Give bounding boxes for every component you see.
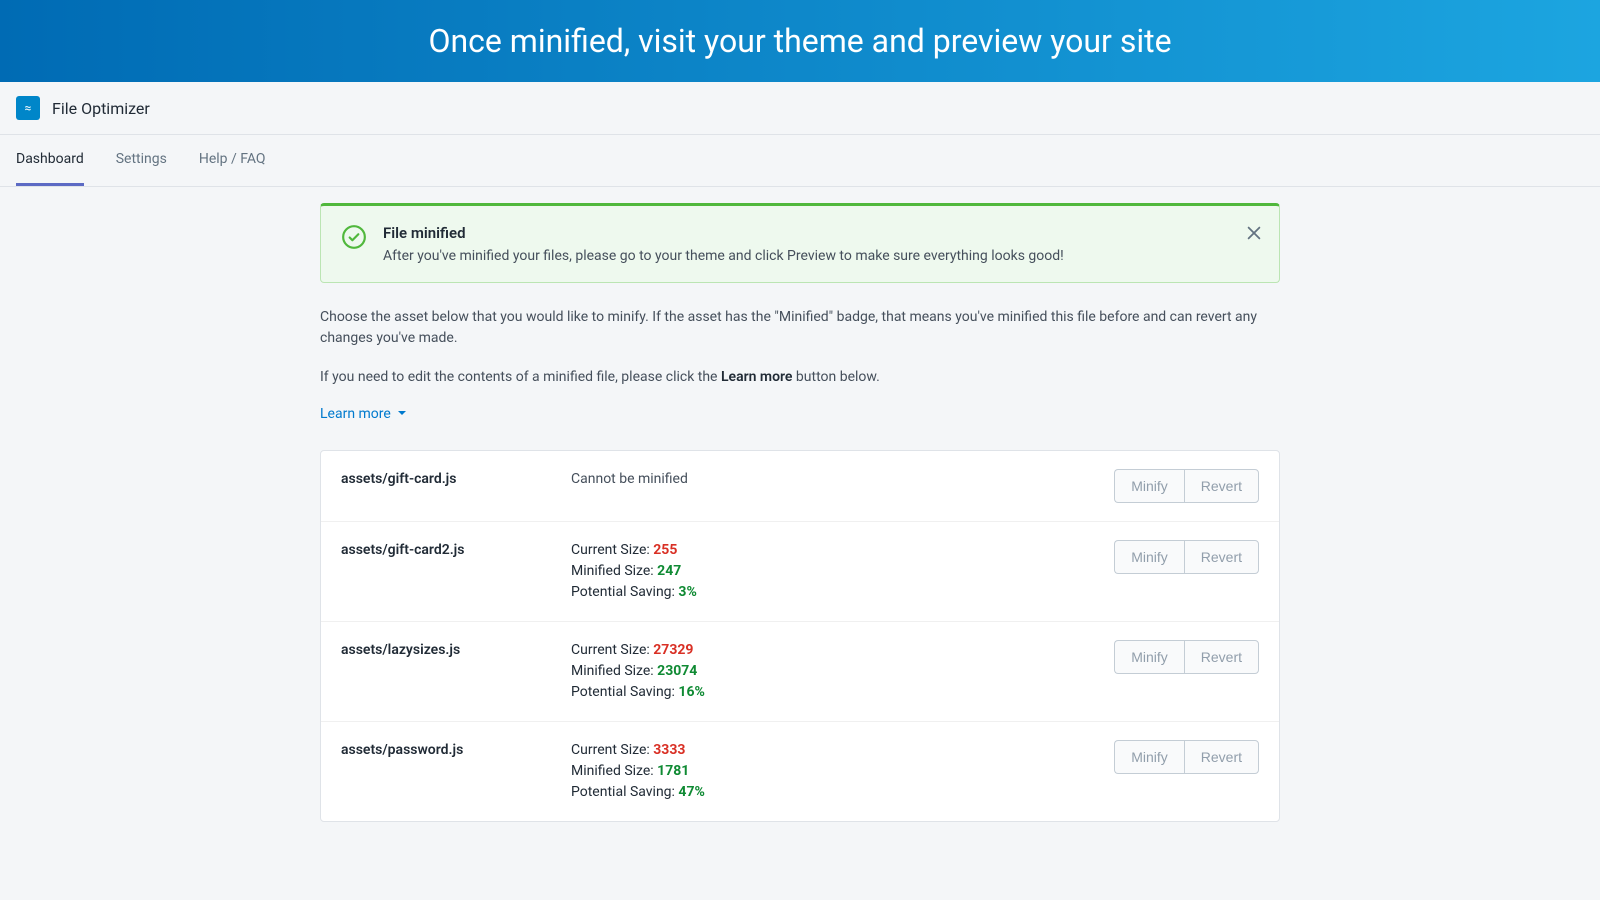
minify-button[interactable]: Minify [1114, 540, 1184, 574]
chevron-down-icon [397, 406, 407, 422]
tab-settings[interactable]: Settings [116, 135, 167, 186]
check-circle-icon [341, 224, 367, 250]
tabs-nav: Dashboard Settings Help / FAQ [0, 135, 1600, 187]
intro-paragraph-1: Choose the asset below that you would li… [320, 307, 1280, 349]
minify-button[interactable]: Minify [1114, 640, 1184, 674]
main-content: File minified After you've minified your… [320, 187, 1280, 822]
alert-title: File minified [383, 224, 1064, 242]
asset-actions: Minify Revert [1114, 640, 1259, 674]
asset-actions: Minify Revert [1114, 540, 1259, 574]
asset-info: Current Size: 27329 Minified Size: 23074… [571, 640, 1114, 703]
asset-name: assets/password.js [341, 740, 571, 758]
app-title: File Optimizer [52, 99, 150, 118]
minify-button[interactable]: Minify [1114, 469, 1184, 503]
alert-body: After you've minified your files, please… [383, 248, 1064, 264]
table-row: assets/lazysizes.js Current Size: 27329 … [321, 622, 1279, 722]
asset-info: Current Size: 255 Minified Size: 247 Pot… [571, 540, 1114, 603]
tab-dashboard[interactable]: Dashboard [16, 135, 84, 186]
asset-name: assets/lazysizes.js [341, 640, 571, 658]
table-row: assets/password.js Current Size: 3333 Mi… [321, 722, 1279, 821]
revert-button[interactable]: Revert [1184, 640, 1259, 674]
intro-paragraph-2: If you need to edit the contents of a mi… [320, 367, 1280, 388]
revert-button[interactable]: Revert [1184, 540, 1259, 574]
asset-table: assets/gift-card.js Cannot be minified M… [320, 450, 1280, 822]
asset-name: assets/gift-card.js [341, 469, 571, 487]
table-row: assets/gift-card.js Cannot be minified M… [321, 451, 1279, 522]
asset-info: Cannot be minified [571, 469, 1114, 490]
banner-text: Once minified, visit your theme and prev… [428, 22, 1171, 60]
asset-name: assets/gift-card2.js [341, 540, 571, 558]
asset-actions: Minify Revert [1114, 469, 1259, 503]
tab-help-faq[interactable]: Help / FAQ [199, 135, 266, 186]
close-icon[interactable] [1245, 224, 1263, 246]
asset-actions: Minify Revert [1114, 740, 1259, 774]
promo-banner: Once minified, visit your theme and prev… [0, 0, 1600, 82]
learn-more-label: Learn more [320, 406, 391, 422]
alert-content: File minified After you've minified your… [383, 224, 1064, 264]
learn-more-link[interactable]: Learn more [320, 406, 407, 422]
asset-info: Current Size: 3333 Minified Size: 1781 P… [571, 740, 1114, 803]
minify-button[interactable]: Minify [1114, 740, 1184, 774]
table-row: assets/gift-card2.js Current Size: 255 M… [321, 522, 1279, 622]
app-icon: ≈ [16, 96, 40, 120]
app-header: ≈ File Optimizer [0, 82, 1600, 135]
revert-button[interactable]: Revert [1184, 740, 1259, 774]
success-alert: File minified After you've minified your… [320, 203, 1280, 283]
intro-text: Choose the asset below that you would li… [320, 307, 1280, 388]
revert-button[interactable]: Revert [1184, 469, 1259, 503]
